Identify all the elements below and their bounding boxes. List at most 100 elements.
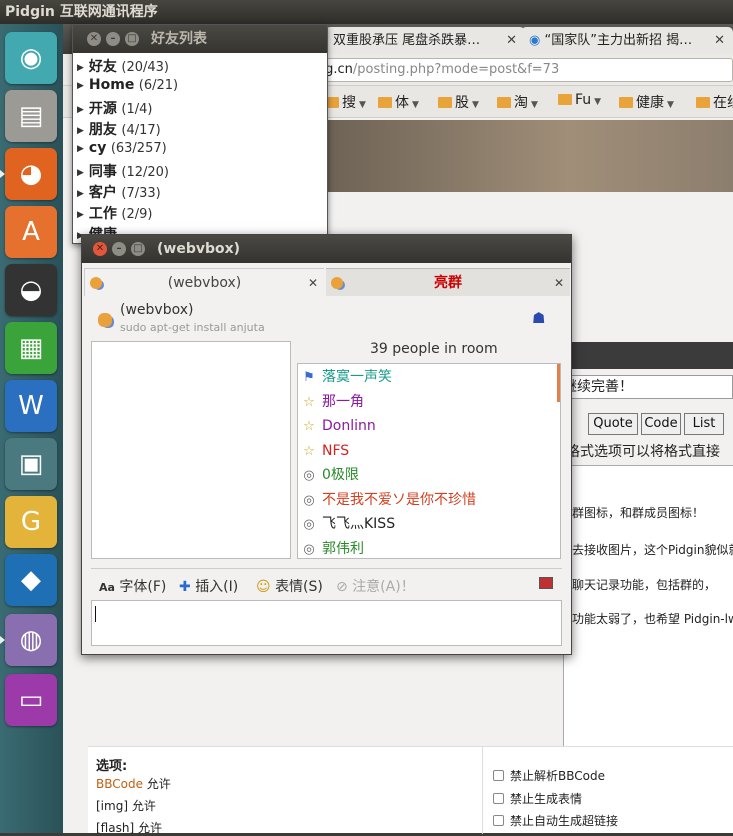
scrollbar-thumb[interactable]	[557, 364, 560, 402]
wps-writer-icon[interactable]: W	[5, 380, 57, 432]
expander-icon[interactable]: ▶	[77, 210, 84, 220]
buddy-group[interactable]: ▶ 好友 (20/43)	[77, 56, 169, 76]
member-item[interactable]: ◎ 不是我不爱ソ是你不珍惜	[300, 488, 476, 512]
url-input[interactable]: rg.cn/posting.php?mode=post&f=73	[313, 58, 733, 82]
game-icon[interactable]: G	[5, 496, 57, 548]
font-icon: Aa	[99, 581, 115, 594]
close-tab-icon[interactable]: ✕	[308, 269, 318, 297]
attention-button[interactable]: ⊘ 注意(A)！	[336, 576, 415, 596]
expander-icon[interactable]: ▶	[77, 168, 84, 178]
app-title: Pidgin 互联网通讯程序	[5, 4, 158, 20]
text-caret	[95, 606, 96, 622]
expander-icon[interactable]: ▶	[77, 81, 84, 91]
maximize-icon[interactable]: □	[131, 242, 145, 256]
expander-icon[interactable]: ▶	[77, 63, 84, 73]
maximize-icon[interactable]: □	[125, 32, 139, 46]
chrome-favicon-icon: ◉	[529, 33, 541, 48]
bookmark-folder[interactable]: 在线	[696, 92, 733, 112]
list-button[interactable]: List	[684, 413, 724, 435]
message-editor[interactable]: 群图标，和群成员图标！ 去接收图片，这个Pidgin貌似就 聊天记录功能，包括群…	[563, 465, 733, 765]
buddy-group[interactable]: ▶ 同事 (12/20)	[77, 161, 169, 181]
bookmark-folder[interactable]: 搜 ▼	[325, 92, 366, 112]
folder-icon	[696, 97, 710, 108]
bookmark-folder[interactable]: 健康 ▼	[619, 92, 674, 112]
close-tab-icon[interactable]: ✕	[714, 27, 725, 54]
buddy-group[interactable]: ▶ cy (63/257)	[77, 140, 167, 156]
expander-icon[interactable]: ▶	[77, 144, 84, 154]
minimize-icon[interactable]: –	[112, 242, 126, 256]
app-window-icon[interactable]: ▭	[5, 674, 57, 726]
chat-tab-liangqun[interactable]: 亮群 ✕	[326, 268, 570, 296]
firefox-icon[interactable]: ◕	[5, 148, 57, 200]
ubuntu-home-icon[interactable]: ◉	[5, 32, 57, 84]
member-item[interactable]: ☆ Donlinn	[300, 414, 376, 438]
browser-tab-2[interactable]: ◉ “国家队”主力出新招 揭… ✕	[521, 27, 733, 54]
member-list[interactable]: ⚑ 落寞一声笑 ☆ 那一角 ☆ Donlinn ☆ NFS ◎ 0极限 ◎ 不是我不爱ソ是你不珍惜 ◎ 飞…	[297, 363, 561, 559]
minimize-icon[interactable]: –	[106, 32, 120, 46]
insert-button[interactable]: ✚ 插入(I)	[179, 576, 238, 596]
bookmark-folder[interactable]: 淘 ▼	[497, 92, 538, 112]
bookmark-folder[interactable]: Fu ▼	[558, 92, 601, 108]
close-icon[interactable]: ✕	[87, 32, 101, 46]
buddy-group[interactable]: ▶ Home (6/21)	[77, 77, 178, 93]
user-icon[interactable]: ☗	[532, 309, 545, 327]
smiley-button[interactable]: ☺ 表情(S)	[256, 576, 323, 596]
member-item[interactable]: ☆ NFS	[300, 439, 349, 463]
screenshot-icon[interactable]	[539, 577, 553, 589]
close-tab-icon[interactable]: ✕	[506, 27, 517, 54]
close-tab-icon[interactable]: ✕	[554, 269, 564, 297]
chat-tab-webvbox[interactable]: (webvbox) ✕	[84, 268, 324, 296]
file-manager-icon[interactable]: ▤	[5, 90, 57, 142]
member-item[interactable]: ◎ 飞飞灬KISS	[300, 512, 395, 536]
room-topic: sudo apt-get install anjuta	[120, 321, 265, 334]
message-input[interactable]	[91, 600, 562, 646]
disable-autolink-checkbox[interactable]: 禁止自动生成超链接	[493, 812, 618, 829]
conversation-log[interactable]	[91, 341, 291, 559]
plus-icon: ✚	[179, 579, 191, 595]
option-img: [img] 允许	[96, 799, 156, 813]
running-indicator	[0, 636, 5, 644]
buddy-group[interactable]: ▶ 开源 (1/4)	[77, 98, 152, 118]
workspace-switcher-icon[interactable]: ▣	[5, 438, 57, 490]
folder-icon	[497, 97, 511, 108]
disable-smilies-checkbox[interactable]: 禁止生成表情	[493, 790, 582, 807]
buddy-list-window: 好友列表 ✕ – □ ▶ 好友 (20/43) ▶ Home (6/21) ▶ 开源 (1…	[72, 24, 328, 244]
libreoffice-icon[interactable]: ▦	[5, 322, 57, 374]
unity-launcher: ◉ ▤ ◕ A ◒ ▦ W ▣ G ◆ ◍ ▭	[0, 24, 63, 833]
quote-button[interactable]: Quote	[588, 413, 638, 435]
smiley-icon: ☺	[256, 579, 271, 595]
folder-icon	[378, 97, 392, 108]
virtualbox-icon[interactable]: ◆	[5, 554, 57, 606]
disable-bbcode-checkbox[interactable]: 禁止解析BBCode	[493, 767, 605, 784]
star-icon: ☆	[303, 394, 315, 410]
people-count: 39 people in room	[370, 341, 498, 357]
bookmark-folder[interactable]: 股 ▼	[438, 92, 479, 112]
folder-icon	[619, 97, 633, 108]
close-icon[interactable]: ✕	[93, 242, 107, 256]
star-icon: ☆	[303, 419, 315, 434]
browser-tab-1[interactable]: 双重股承压 尾盘杀跌暴… ✕	[325, 27, 525, 54]
qq-penguin-icon[interactable]: ◒	[5, 264, 57, 316]
expander-icon[interactable]: ▶	[77, 189, 84, 199]
options-left: 选项: BBCode 允许 [img] 允许 [flash] 允许	[88, 747, 483, 835]
font-button[interactable]: Aa 字体(F)	[99, 576, 166, 596]
member-item[interactable]: ⚑ 落寞一声笑	[300, 365, 392, 389]
expander-icon[interactable]: ▶	[77, 126, 84, 136]
buddy-group[interactable]: ▶ 客户 (7/33)	[77, 182, 161, 202]
software-center-icon[interactable]: A	[5, 206, 57, 258]
buddy-group[interactable]: ▶ 朋友 (4/17)	[77, 119, 161, 139]
section-header-bar	[568, 342, 733, 370]
option-flash: [flash] 允许	[96, 821, 162, 835]
expander-icon[interactable]: ▶	[77, 105, 84, 115]
member-item[interactable]: ◎ 0极限	[300, 463, 359, 487]
member-item[interactable]: ◎ 郭伟利	[300, 537, 364, 559]
member-item[interactable]: ☆ 那一角	[300, 390, 364, 414]
pidgin-icon[interactable]: ◍	[5, 614, 57, 666]
signal-icon: ◎	[303, 492, 315, 508]
code-button[interactable]: Code	[641, 413, 681, 435]
chat-titlebar: (webvbox)	[82, 235, 571, 263]
signal-icon: ◎	[303, 468, 315, 483]
bookmark-folder[interactable]: 体 ▼	[378, 92, 419, 112]
buddy-group[interactable]: ▶ 工作 (2/9)	[77, 203, 152, 223]
signal-icon: ◎	[303, 517, 315, 532]
